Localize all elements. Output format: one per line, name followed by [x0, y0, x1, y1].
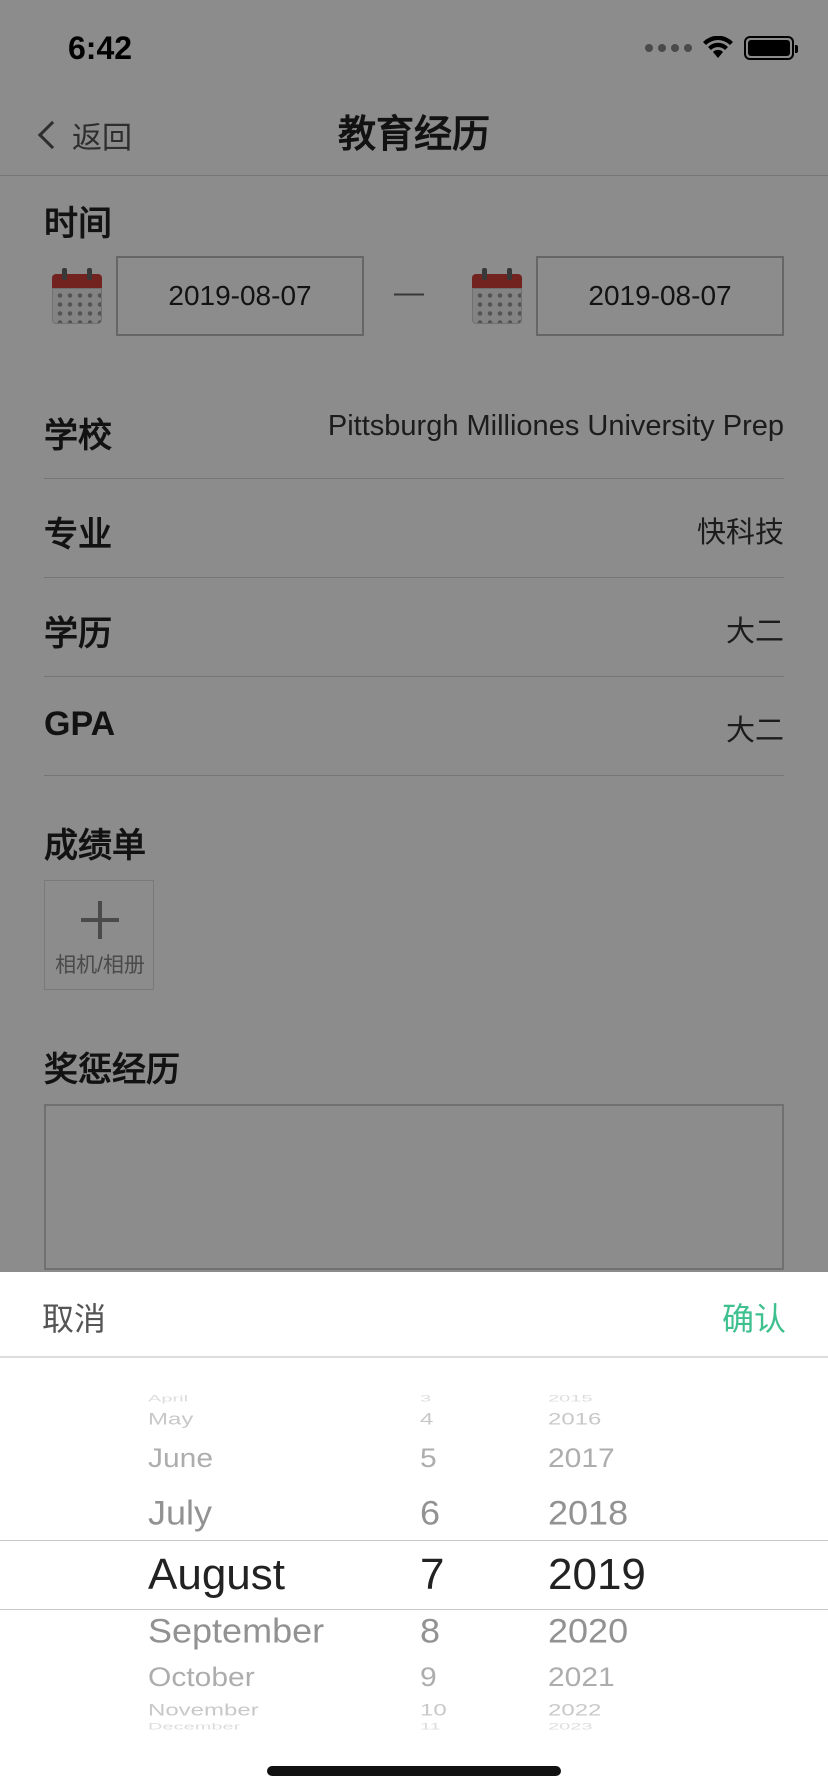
day-option[interactable]: 10 — [420, 1701, 447, 1721]
day-wheel[interactable]: 3 4 5 6 7 8 9 10 11 — [420, 1394, 500, 1760]
date-picker-wheel[interactable]: April May June July August September October No… — [0, 1394, 828, 1760]
date-picker-sheet: 取消 确认 April May June July August September Oct… — [0, 1272, 828, 1792]
month-option[interactable]: May — [148, 1410, 193, 1430]
month-option[interactable]: July — [148, 1493, 212, 1533]
year-option[interactable]: 2016 — [548, 1410, 601, 1430]
confirm-button[interactable]: 确认 — [722, 1294, 786, 1340]
month-option[interactable]: September — [148, 1611, 324, 1651]
year-option-selected[interactable]: 2019 — [548, 1550, 646, 1600]
day-option[interactable]: 11 — [420, 1722, 441, 1732]
year-option[interactable]: 2022 — [548, 1701, 601, 1721]
month-option-selected[interactable]: August — [148, 1550, 285, 1600]
year-wheel[interactable]: 2015 2016 2017 2018 2019 2020 2021 2022 2023 — [548, 1394, 688, 1760]
month-option[interactable]: April — [148, 1394, 188, 1404]
year-option[interactable]: 2017 — [548, 1444, 615, 1474]
day-option[interactable]: 3 — [420, 1394, 431, 1404]
day-option[interactable]: 4 — [420, 1410, 433, 1430]
year-option[interactable]: 2021 — [548, 1663, 615, 1693]
cancel-button[interactable]: 取消 — [42, 1294, 106, 1340]
month-option[interactable]: November — [148, 1701, 259, 1721]
year-option[interactable]: 2015 — [548, 1394, 593, 1404]
month-option[interactable]: June — [148, 1444, 213, 1474]
day-option[interactable]: 9 — [420, 1663, 437, 1693]
month-option[interactable]: December — [148, 1722, 240, 1732]
education-form-screen: 6:42 返回 教育经历 时间 2019-08-07 — 2019-08-07 … — [0, 0, 828, 1792]
month-option[interactable]: October — [148, 1663, 255, 1693]
day-option-selected[interactable]: 7 — [420, 1550, 444, 1600]
year-option[interactable]: 2020 — [548, 1611, 628, 1651]
year-option[interactable]: 2023 — [548, 1722, 593, 1732]
day-option[interactable]: 8 — [420, 1611, 440, 1651]
month-wheel[interactable]: April May June July August September October No… — [148, 1394, 408, 1760]
year-option[interactable]: 2018 — [548, 1493, 628, 1533]
modal-dim-overlay[interactable] — [0, 0, 828, 1272]
day-option[interactable]: 5 — [420, 1444, 437, 1474]
home-indicator — [267, 1766, 561, 1776]
picker-selection-band — [0, 1540, 828, 1610]
picker-toolbar: 取消 确认 — [0, 1272, 828, 1358]
day-option[interactable]: 6 — [420, 1493, 440, 1533]
